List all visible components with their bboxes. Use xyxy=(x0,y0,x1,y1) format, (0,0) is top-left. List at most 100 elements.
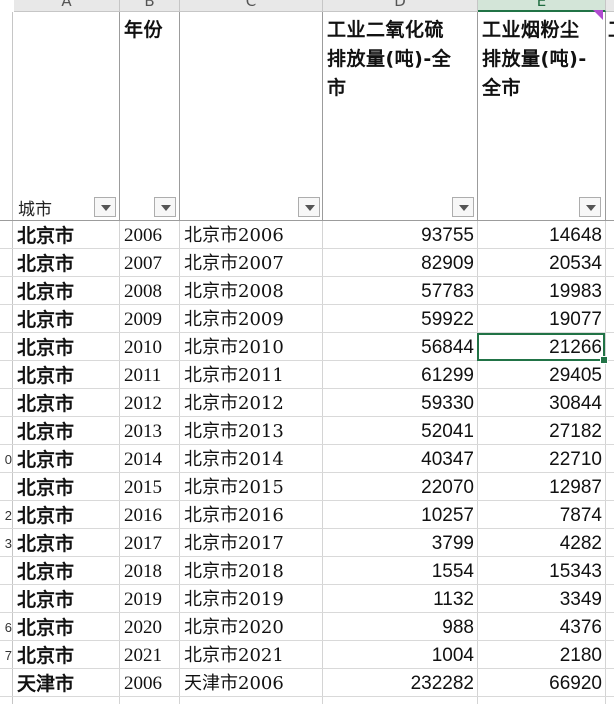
dust-cell[interactable]: 20534 xyxy=(478,249,605,277)
dust-cell[interactable]: 15343 xyxy=(478,557,605,585)
key-cell[interactable]: 北京市2009 xyxy=(180,305,322,333)
row-number[interactable] xyxy=(0,305,12,333)
city-cell[interactable]: 北京市 xyxy=(14,333,118,361)
dust-cell[interactable]: 22710 xyxy=(478,445,605,473)
year-cell[interactable]: 2009 xyxy=(120,305,178,333)
so2-cell[interactable]: 52041 xyxy=(323,417,477,445)
year-cell[interactable]: 2008 xyxy=(120,277,178,305)
column-header-a[interactable]: A xyxy=(14,0,120,12)
so2-cell[interactable]: 40347 xyxy=(323,445,477,473)
city-cell[interactable]: 北京市 xyxy=(14,445,118,473)
so2-cell[interactable]: 1554 xyxy=(323,557,477,585)
city-cell[interactable]: 北京市 xyxy=(14,417,118,445)
column-header-c[interactable]: C xyxy=(180,0,323,12)
year-cell[interactable]: 2011 xyxy=(120,361,178,389)
row-number[interactable]: 3 xyxy=(0,529,12,557)
city-cell[interactable]: 北京市 xyxy=(14,361,118,389)
dust-cell[interactable]: 4376 xyxy=(478,613,605,641)
so2-cell[interactable]: 93755 xyxy=(323,221,477,249)
key-cell[interactable]: 北京市2019 xyxy=(180,585,322,613)
city-cell[interactable]: 北京市 xyxy=(14,277,118,305)
header-cell-so2[interactable]: 工业二氧化硫 排放量(吨)-全 市 xyxy=(323,12,478,220)
row-number[interactable] xyxy=(0,333,12,361)
row-number[interactable] xyxy=(0,221,12,249)
row-number[interactable]: 6 xyxy=(0,613,12,641)
header-cell-key[interactable] xyxy=(180,12,323,220)
key-cell[interactable]: 北京市2013 xyxy=(180,417,322,445)
dust-cell[interactable]: 19077 xyxy=(478,305,605,333)
so2-cell[interactable]: 22070 xyxy=(323,473,477,501)
dust-cell[interactable]: 4282 xyxy=(478,529,605,557)
so2-cell[interactable]: 10257 xyxy=(323,501,477,529)
dust-cell[interactable]: 3349 xyxy=(478,585,605,613)
so2-cell[interactable]: 232282 xyxy=(323,669,477,697)
header-cell-next[interactable]: 工 xyxy=(606,12,614,220)
year-cell[interactable]: 2006 xyxy=(120,669,178,697)
year-cell[interactable]: 2015 xyxy=(120,473,178,501)
so2-cell[interactable]: 56844 xyxy=(323,333,477,361)
filter-dropdown-icon[interactable] xyxy=(579,197,601,217)
row-number[interactable] xyxy=(0,361,12,389)
year-cell[interactable]: 2013 xyxy=(120,417,178,445)
header-cell-dust[interactable]: 工业烟粉尘 排放量(吨)- 全市 xyxy=(478,12,606,220)
key-cell[interactable]: 北京市2011 xyxy=(180,361,322,389)
dust-cell[interactable]: 14648 xyxy=(478,221,605,249)
dust-cell[interactable]: 29405 xyxy=(478,361,605,389)
row-number[interactable] xyxy=(0,557,12,585)
city-cell[interactable]: 北京市 xyxy=(14,389,118,417)
year-cell[interactable]: 2012 xyxy=(120,389,178,417)
city-cell[interactable]: 北京市 xyxy=(14,501,118,529)
dust-cell[interactable]: 12987 xyxy=(478,473,605,501)
so2-cell[interactable]: 57783 xyxy=(323,277,477,305)
city-cell[interactable]: 北京市 xyxy=(14,473,118,501)
row-number[interactable] xyxy=(0,473,12,501)
key-cell[interactable]: 北京市2020 xyxy=(180,613,322,641)
year-cell[interactable]: 2020 xyxy=(120,613,178,641)
year-cell[interactable]: 2018 xyxy=(120,557,178,585)
so2-cell[interactable]: 1004 xyxy=(323,641,477,669)
so2-cell[interactable]: 3799 xyxy=(323,529,477,557)
key-cell[interactable]: 北京市2016 xyxy=(180,501,322,529)
row-number[interactable]: 7 xyxy=(0,641,12,669)
dust-cell[interactable]: 2180 xyxy=(478,641,605,669)
dust-cell[interactable]: 19983 xyxy=(478,277,605,305)
filter-dropdown-icon[interactable] xyxy=(298,197,320,217)
so2-cell[interactable]: 1132 xyxy=(323,585,477,613)
filter-dropdown-icon[interactable] xyxy=(94,197,116,217)
row-number[interactable]: 2 xyxy=(0,501,12,529)
row-number[interactable] xyxy=(0,669,12,697)
header-cell-city[interactable]: 城市 xyxy=(14,12,120,220)
city-cell[interactable]: 北京市 xyxy=(14,641,118,669)
key-cell[interactable]: 北京市2017 xyxy=(180,529,322,557)
city-cell[interactable]: 北京市 xyxy=(14,613,118,641)
column-header-f[interactable] xyxy=(606,0,614,12)
dust-cell[interactable]: 27182 xyxy=(478,417,605,445)
row-number[interactable] xyxy=(0,417,12,445)
city-cell[interactable]: 北京市 xyxy=(14,585,118,613)
so2-cell[interactable]: 59922 xyxy=(323,305,477,333)
key-cell[interactable]: 北京市2007 xyxy=(180,249,322,277)
row-number[interactable]: 0 xyxy=(0,445,12,473)
row-number[interactable] xyxy=(0,389,12,417)
filter-dropdown-icon[interactable] xyxy=(452,197,474,217)
city-cell[interactable]: 天津市 xyxy=(14,669,118,697)
year-cell[interactable]: 2010 xyxy=(120,333,178,361)
dust-cell[interactable]: 66920 xyxy=(478,669,605,697)
key-cell[interactable]: 北京市2008 xyxy=(180,277,322,305)
key-cell[interactable]: 北京市2014 xyxy=(180,445,322,473)
city-cell[interactable]: 北京市 xyxy=(14,557,118,585)
column-header-e[interactable]: E xyxy=(478,0,606,12)
year-cell[interactable]: 2017 xyxy=(120,529,178,557)
dust-cell[interactable]: 30844 xyxy=(478,389,605,417)
row-number[interactable] xyxy=(0,585,12,613)
key-cell[interactable]: 北京市2021 xyxy=(180,641,322,669)
column-header-d[interactable]: D xyxy=(323,0,478,12)
so2-cell[interactable]: 988 xyxy=(323,613,477,641)
so2-cell[interactable]: 59330 xyxy=(323,389,477,417)
row-number[interactable] xyxy=(0,277,12,305)
key-cell[interactable]: 北京市2018 xyxy=(180,557,322,585)
city-cell[interactable]: 北京市 xyxy=(14,249,118,277)
year-cell[interactable]: 2006 xyxy=(120,221,178,249)
year-cell[interactable]: 2019 xyxy=(120,585,178,613)
key-cell[interactable]: 天津市2006 xyxy=(180,669,322,697)
